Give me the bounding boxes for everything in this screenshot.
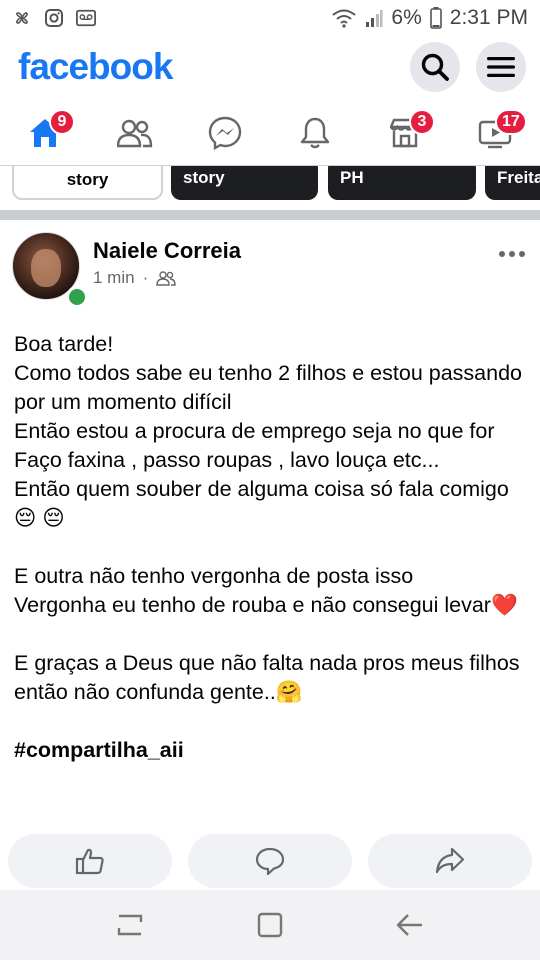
system-nav-bar <box>0 890 540 960</box>
facebook-logo[interactable]: facebook <box>18 46 173 88</box>
post-meta: 1 min · <box>93 268 176 288</box>
story-card[interactable]: Freita <box>485 166 540 200</box>
marketplace-badge: 3 <box>409 108 435 135</box>
story-card[interactable]: PH <box>328 166 476 200</box>
tab-notifications[interactable] <box>285 103 345 163</box>
instagram-icon <box>45 9 63 27</box>
like-button[interactable] <box>8 834 172 888</box>
post-body: Boa tarde! Como todos sabe eu tenho 2 fi… <box>14 330 526 765</box>
nav-tabs: 9 3 17 <box>0 100 540 166</box>
story-label: Freita <box>497 168 540 187</box>
tab-friends[interactable] <box>105 103 165 163</box>
post-line: Então quem souber de alguma coisa só fal… <box>14 477 509 530</box>
watch-badge: 17 <box>495 108 527 135</box>
bell-icon <box>300 117 330 148</box>
home-button-icon[interactable] <box>256 911 284 939</box>
post-time[interactable]: 1 min <box>93 268 135 288</box>
post-author[interactable]: Naiele Correia <box>93 238 241 264</box>
story-label: story <box>183 168 225 187</box>
status-bar: 6% 2:31 PM <box>0 0 540 36</box>
share-icon <box>435 847 465 874</box>
post-line: E outra não tenho vergonha de posta isso <box>14 564 414 588</box>
feed-divider <box>0 210 540 220</box>
menu-button[interactable] <box>476 42 526 92</box>
battery-icon <box>429 7 442 29</box>
meta-separator: · <box>142 268 149 287</box>
post-line: E graças a Deus que não falta nada pros … <box>14 651 526 704</box>
more-options-icon[interactable] <box>498 250 526 258</box>
comment-icon <box>255 847 285 875</box>
post-line: Boa tarde! <box>14 332 114 356</box>
fan-icon <box>16 12 28 24</box>
signal-icon <box>366 10 383 27</box>
tab-home[interactable]: 9 <box>15 103 75 163</box>
post-line: Faço faxina , passo roupas , lavo louça … <box>14 448 440 472</box>
tab-watch[interactable]: 17 <box>465 103 527 163</box>
feed-post: Naiele Correia 1 min · Boa tarde! Como t… <box>0 220 540 890</box>
tab-marketplace[interactable]: 3 <box>375 103 435 163</box>
post-line: Como todos sabe eu tenho 2 filhos e esto… <box>14 361 528 414</box>
friends-icon <box>117 119 153 147</box>
post-line: Vergonha eu tenho de rouba e não consegu… <box>14 593 518 617</box>
like-icon <box>75 848 104 875</box>
app-header: facebook <box>0 36 540 98</box>
search-button[interactable] <box>410 42 460 92</box>
online-indicator <box>66 286 88 308</box>
post-actions <box>0 834 540 890</box>
wifi-icon <box>332 9 357 28</box>
home-badge: 9 <box>49 108 75 135</box>
story-label: PH <box>340 168 364 187</box>
post-line: Então estou a procura de emprego seja no… <box>14 419 495 443</box>
back-icon[interactable] <box>395 912 425 938</box>
hashtag-link[interactable]: #compartilha_aii <box>14 736 526 765</box>
clock: 2:31 PM <box>449 6 528 29</box>
messenger-icon <box>208 116 242 150</box>
story-card[interactable]: story <box>171 166 318 200</box>
post-header: Naiele Correia 1 min · <box>12 232 528 308</box>
menu-icon <box>487 57 515 77</box>
comment-button[interactable] <box>188 834 352 888</box>
story-label: story <box>66 170 109 189</box>
voicemail-icon <box>76 9 96 27</box>
story-card-create[interactable]: story <box>12 166 163 200</box>
search-icon <box>421 53 449 81</box>
stories-strip: story story PH Freita <box>0 166 540 206</box>
audience-friends-icon <box>156 271 176 286</box>
share-button[interactable] <box>368 834 532 888</box>
tab-messenger[interactable] <box>195 103 255 163</box>
battery-percent: 6% <box>391 6 422 29</box>
recents-icon[interactable] <box>115 912 145 938</box>
